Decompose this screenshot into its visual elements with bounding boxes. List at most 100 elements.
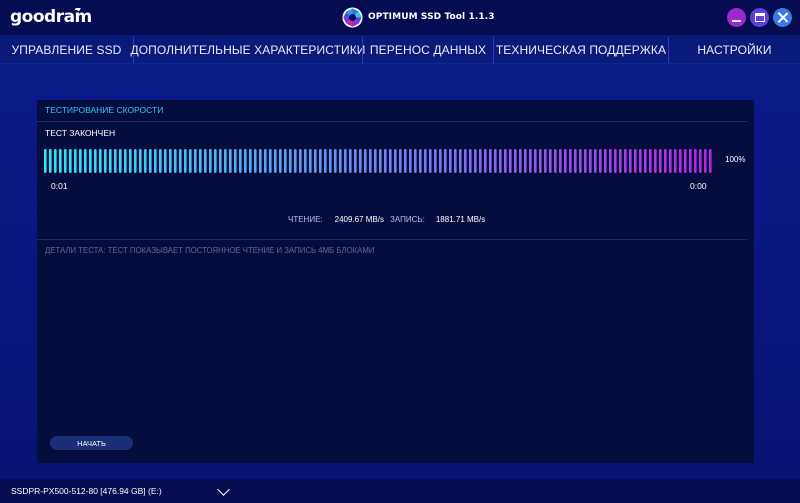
progress-bar-segment [569,149,572,173]
progress-bar-segment [274,149,277,173]
progress-bar-segment [354,149,357,173]
menu-item-tech-support[interactable]: ТЕХНИЧЕСКАЯ ПОДДЕРЖКА [494,35,668,64]
progress-bar-segment [59,149,62,173]
progress-bar-segment [144,149,147,173]
elapsed-time: 0:01 [51,181,68,191]
progress-bar-segment [79,149,82,173]
progress-bar-segment [134,149,137,173]
divider [37,121,747,122]
main-menu: УПРАВЛЕНИЕ SSD ДОПОЛНИТЕЛЬНЫЕ ХАРАКТЕРИС… [0,35,800,64]
progress-bar-segment [44,149,47,173]
progress-bar-segment [639,149,642,173]
progress-bar-segment [149,149,152,173]
progress-bar-segment [619,149,622,173]
minimize-icon [732,19,741,22]
progress-bar-segment [444,149,447,173]
progress-bar-segment [509,149,512,173]
progress-bar-segment [579,149,582,173]
progress-bar-segment [399,149,402,173]
progress-bar-segment [339,149,342,173]
progress-bar-segment [224,149,227,173]
drive-selector[interactable]: SSDPR-PX500-512-80 [476.94 GB] (E:) [11,479,237,503]
progress-bar-segment [524,149,527,173]
progress-bar-segment [479,149,482,173]
progress-bar-segment [669,149,672,173]
menu-item-ssd-management[interactable]: УПРАВЛЕНИЕ SSD [0,35,133,64]
progress-bar-segment [684,149,687,173]
app-title: OPTIMUM SSD Tool 1.1.3 [368,12,495,22]
progress-bar-segment [424,149,427,173]
progress-bar-segment [574,149,577,173]
progress-bar-segment [284,149,287,173]
write-label: ЗАПИСЬ: [390,215,425,224]
progress-bar-segment [94,149,97,173]
title-bar: goodram OPTIMUM SSD Tool 1.1.3 [0,0,800,35]
progress-bar-segment [194,149,197,173]
progress-bar-segment [164,149,167,173]
progress-bar-segment [374,149,377,173]
maximize-button[interactable] [750,8,769,27]
progress-bar-segment [279,149,282,173]
progress-bar-segment [329,149,332,173]
progress-bar-segment [54,149,57,173]
progress-bar-segment [429,149,432,173]
minimize-button[interactable] [727,8,746,27]
progress-bar-segment [109,149,112,173]
progress-bar-segment [534,149,537,173]
progress-bar-segment [324,149,327,173]
panel-title: ТЕСТИРОВАНИЕ СКОРОСТИ [45,105,164,115]
progress-bar-segment [234,149,237,173]
start-button[interactable]: НАЧАТЬ [50,436,133,450]
progress-bar-segment [209,149,212,173]
progress-bar-segment [264,149,267,173]
progress-bar-segment [169,149,172,173]
progress-bar-segment [249,149,252,173]
progress-bar-segment [99,149,102,173]
progress-bar-segment [459,149,462,173]
read-label: ЧТЕНИЕ: [288,215,323,224]
menu-item-data-migration[interactable]: ПЕРЕНОС ДАННЫХ [363,35,493,64]
progress-bar-segment [334,149,337,173]
close-button[interactable] [773,8,792,27]
remaining-time: 0:00 [690,181,707,191]
progress-bar-segment [614,149,617,173]
progress-bar-segment [204,149,207,173]
progress-bar-segment [344,149,347,173]
progress-bar-segment [674,149,677,173]
test-details: ДЕТАЛИ ТЕСТА: ТЕСТ ПОКАЗЫВАЕТ ПОСТОЯННОЕ… [45,246,375,255]
progress-bar-segment [549,149,552,173]
progress-bar-segment [649,149,652,173]
progress-bar-segment [189,149,192,173]
progress-bar-segment [489,149,492,173]
chevron-down-icon [217,483,230,496]
progress-bar-segment [634,149,637,173]
progress-bar-segment [709,149,712,173]
progress-bar-segment [319,149,322,173]
progress-bar-segment [419,149,422,173]
progress-bar-segment [554,149,557,173]
app-window: goodram OPTIMUM SSD Tool 1.1.3 УПРАВЛЕНИ… [0,0,800,503]
progress-bar-segment [179,149,182,173]
progress-bar-segment [689,149,692,173]
menu-item-additional-features[interactable]: ДОПОЛНИТЕЛЬНЫЕ ХАРАКТЕРИСТИКИ [130,35,365,64]
progress-percent: 100% [725,155,746,164]
progress-bar-segment [259,149,262,173]
progress-bar-segment [389,149,392,173]
progress-bar-segment [359,149,362,173]
menu-item-settings[interactable]: НАСТРОЙКИ [669,35,800,64]
progress-bar-segment [309,149,312,173]
progress-bar-segment [559,149,562,173]
progress-bar-segment [694,149,697,173]
aperture-emblem-icon [342,7,363,28]
speed-test-panel: ТЕСТИРОВАНИЕ СКОРОСТИ ТЕСТ ЗАКОНЧЕН 100%… [37,100,754,463]
progress-bar-segment [604,149,607,173]
progress-bar-segment [474,149,477,173]
progress-bar-segment [644,149,647,173]
progress-bar-segment [304,149,307,173]
progress-bar-segment [609,149,612,173]
progress-bar-segment [289,149,292,173]
progress-bar-segment [409,149,412,173]
progress-bar-segment [699,149,702,173]
progress-bar-segment [664,149,667,173]
progress-bar-segment [624,149,627,173]
